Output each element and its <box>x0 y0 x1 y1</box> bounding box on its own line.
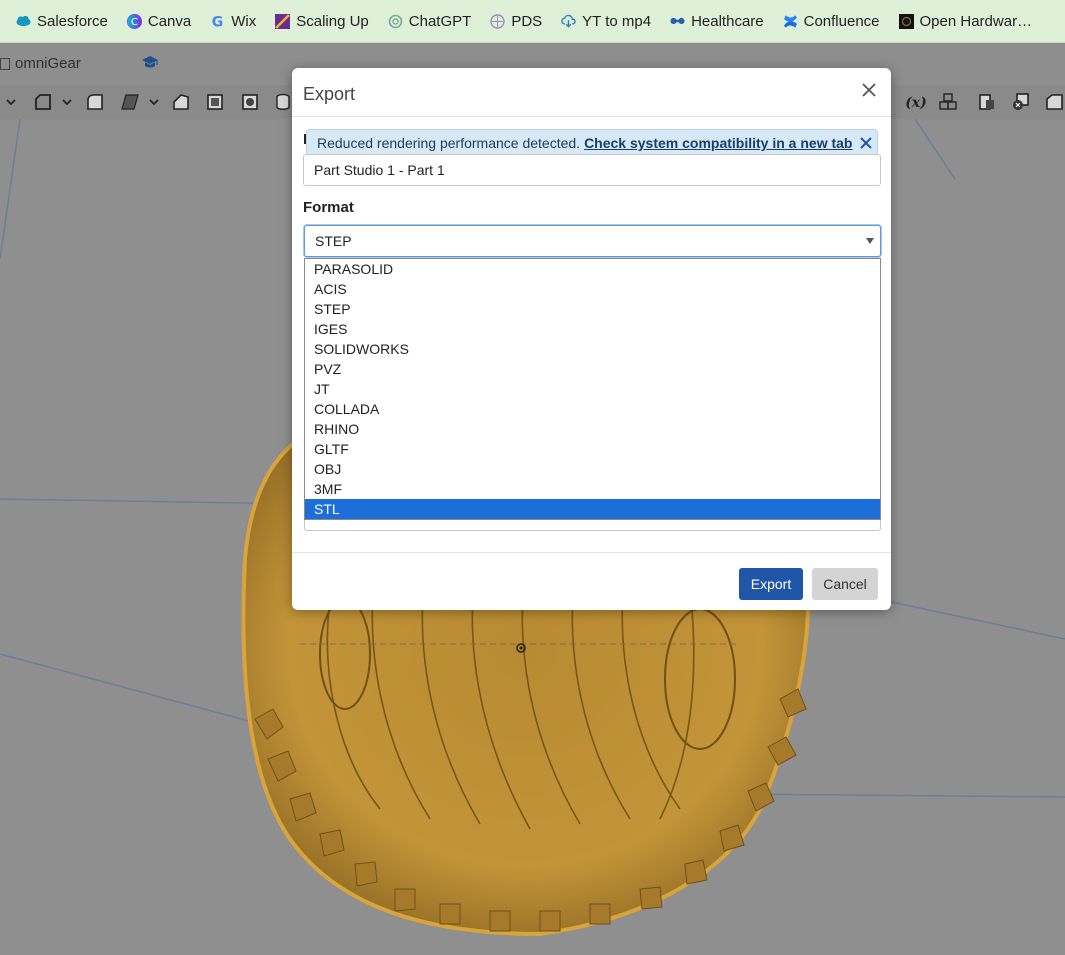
format-option-collada[interactable]: COLLADA <box>305 399 880 419</box>
export-button[interactable]: Export <box>739 568 803 600</box>
format-option-rhino[interactable]: RHINO <box>305 419 880 439</box>
bookmark-open-hardware[interactable]: Open Hardwar… <box>898 12 1033 30</box>
scaling-up-icon <box>275 13 291 29</box>
chatgpt-icon <box>388 14 403 29</box>
bookmark-yt-to-mp4[interactable]: YT to mp4 <box>561 13 651 30</box>
format-option-obj[interactable]: OBJ <box>305 459 880 479</box>
bookmark-scaling-up[interactable]: Scaling Up <box>275 13 369 30</box>
format-option-iges[interactable]: IGES <box>305 319 880 339</box>
format-option-jt[interactable]: JT <box>305 379 880 399</box>
format-option-solidworks[interactable]: SOLIDWORKS <box>305 339 880 359</box>
format-select[interactable]: STEP <box>304 225 881 257</box>
fillet-icon[interactable] <box>85 92 105 112</box>
download-cloud-icon <box>561 14 576 29</box>
delete-part-icon[interactable] <box>1011 92 1031 112</box>
format-select-value: STEP <box>315 233 352 249</box>
format-option-pvz[interactable]: PVZ <box>305 359 880 379</box>
assembly-cubes-icon[interactable] <box>938 92 958 112</box>
format-option-parasolid[interactable]: PARASOLID <box>305 259 880 279</box>
cylinder-icon[interactable] <box>273 92 293 112</box>
bookmark-label: Confluence <box>803 12 880 30</box>
bookmark-label: ChatGPT <box>408 12 472 30</box>
google-icon: G <box>210 14 225 29</box>
cancel-button[interactable]: Cancel <box>812 568 878 600</box>
dialog-footer-divider <box>292 552 891 553</box>
format-label: Format <box>303 199 354 216</box>
format-option-step[interactable]: STEP <box>305 299 880 319</box>
shell-icon[interactable] <box>205 92 225 112</box>
pds-icon <box>490 13 506 29</box>
graduation-cap-icon[interactable] <box>141 55 159 76</box>
bookmark-healthcare[interactable]: Healthcare <box>670 13 764 30</box>
format-option-3mf[interactable]: 3MF <box>305 479 880 499</box>
bookmark-label: YT to mp4 <box>582 12 652 30</box>
bookmark-wix[interactable]: G Wix <box>210 13 256 30</box>
chevron-down-icon[interactable] <box>4 92 18 112</box>
bookmark-confluence[interactable]: Confluence <box>783 13 880 30</box>
bookmark-salesforce[interactable]: Salesforce <box>16 13 108 30</box>
document-name-label: omniGear <box>15 55 81 72</box>
format-dropdown-list: PARASOLID ACIS STEP IGES SOLIDWORKS PVZ JT COLL… <box>304 258 881 520</box>
derived-part-icon[interactable] <box>977 92 997 112</box>
open-hardware-icon <box>898 13 914 29</box>
variable-icon[interactable]: (x) <box>904 92 928 112</box>
close-icon[interactable] <box>859 136 873 150</box>
dialog-divider <box>292 116 891 117</box>
bookmark-pds[interactable]: PDS <box>490 13 542 30</box>
format-option-stl[interactable]: STL <box>305 499 880 519</box>
document-icon <box>0 57 10 70</box>
svg-text:(x): (x) <box>905 95 927 111</box>
close-icon[interactable] <box>859 80 879 100</box>
bookmark-label: Wix <box>231 12 257 30</box>
bookmark-canva[interactable]: C Canva <box>126 12 192 30</box>
bookmark-label: Canva <box>147 12 192 30</box>
split-icon[interactable] <box>1044 92 1064 112</box>
bookmark-label: Scaling Up <box>296 12 369 30</box>
bookmark-label: PDS <box>511 12 543 30</box>
file-name-input[interactable] <box>303 154 881 186</box>
bookmark-label: Open Hardwar… <box>919 12 1033 30</box>
svg-text:G: G <box>212 14 224 29</box>
canva-icon: C <box>126 13 142 29</box>
sketch-extrude-icon[interactable] <box>33 92 53 112</box>
document-name[interactable]: omniGear <box>0 55 81 72</box>
bookmark-label: Healthcare <box>691 12 764 30</box>
hole-icon[interactable] <box>240 92 260 112</box>
confluence-icon <box>783 14 798 29</box>
format-option-gltf[interactable]: GLTF <box>305 439 880 459</box>
chevron-down-icon[interactable] <box>60 92 74 112</box>
banner-text: Reduced rendering performance detected. <box>317 135 581 151</box>
bookmark-chatgpt[interactable]: ChatGPT <box>388 12 472 30</box>
performance-warning-banner: Reduced rendering performance detected. … <box>306 129 878 157</box>
format-option-acis[interactable]: ACIS <box>305 279 880 299</box>
dialog-title: Export <box>303 84 356 104</box>
chamfer-icon[interactable] <box>120 92 140 112</box>
draft-icon[interactable] <box>171 92 191 112</box>
caret-down-icon <box>866 238 874 244</box>
bookmarks-bar: Salesforce C Canva G Wix Scaling Up Chat… <box>0 0 1065 43</box>
chevron-down-icon[interactable] <box>147 92 161 112</box>
healthcare-icon <box>670 14 685 29</box>
svg-text:C: C <box>131 17 138 28</box>
bookmark-label: Salesforce <box>37 12 108 30</box>
salesforce-cloud-icon <box>16 14 31 29</box>
compatibility-link[interactable]: Check system compatibility in a new tab <box>584 135 852 151</box>
